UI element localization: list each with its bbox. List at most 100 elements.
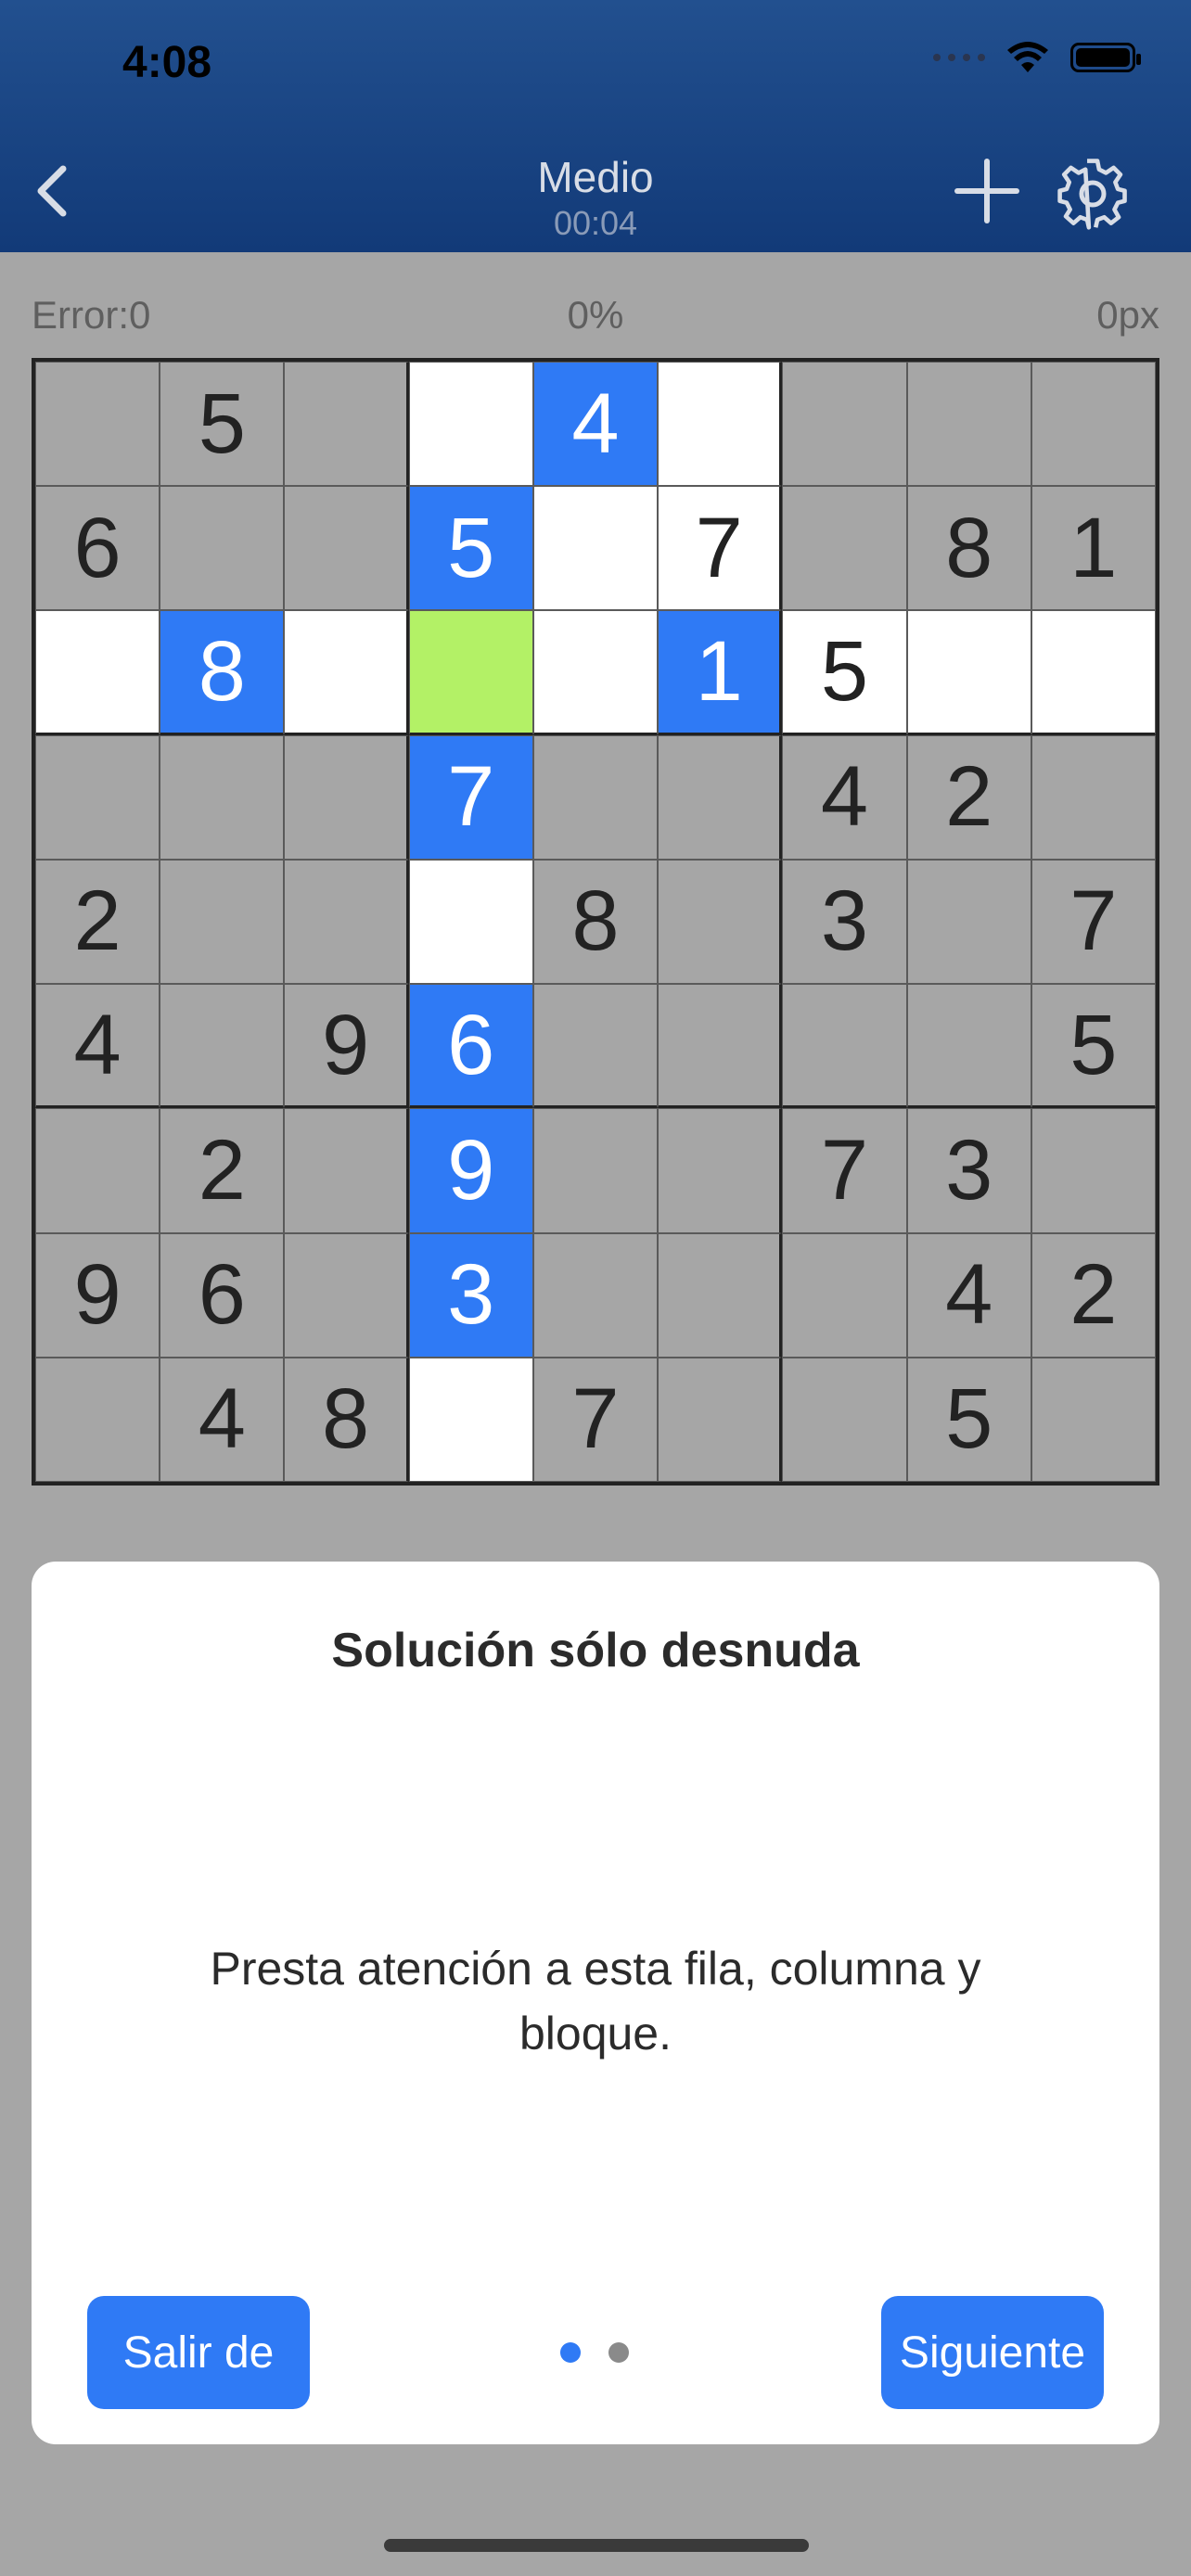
sudoku-board: 5465781815742283749652973963424875	[32, 358, 1159, 1486]
sudoku-cell-r1-c4[interactable]	[408, 362, 533, 487]
sudoku-cell-r7-c8[interactable]: 3	[906, 1108, 1031, 1233]
sudoku-cell-r3-c6[interactable]: 1	[658, 610, 783, 735]
sudoku-cell-r7-c5[interactable]	[532, 1108, 659, 1233]
sudoku-cell-r3-c8[interactable]	[906, 610, 1031, 735]
sudoku-cell-r7-c6[interactable]	[658, 1108, 783, 1233]
page-indicator	[560, 2342, 629, 2363]
sudoku-cell-r1-c1[interactable]	[35, 362, 160, 487]
page-dot-1	[560, 2342, 581, 2363]
hint-text: Presta atención a esta fila, columna y b…	[210, 1943, 981, 2060]
sudoku-cell-r6-c9[interactable]: 5	[1031, 984, 1156, 1109]
sudoku-cell-r3-c2[interactable]: 8	[160, 610, 285, 735]
sudoku-cell-r6-c8[interactable]	[906, 984, 1031, 1109]
sudoku-cell-r9-c8[interactable]: 5	[906, 1357, 1031, 1482]
navigation-header: 4:08 Medio 00:04	[0, 0, 1191, 252]
sudoku-cell-r1-c9[interactable]	[1031, 362, 1156, 487]
sudoku-cell-r6-c6[interactable]	[658, 984, 783, 1109]
points-display: 0px	[1096, 293, 1159, 337]
sudoku-cell-r5-c8[interactable]	[906, 859, 1031, 985]
sudoku-cell-r5-c4[interactable]	[408, 859, 533, 985]
sudoku-cell-r6-c1[interactable]: 4	[35, 984, 160, 1109]
hint-card: Solución sólo desnuda Presta atención a …	[32, 1562, 1159, 2444]
sudoku-cell-r5-c2[interactable]	[160, 859, 285, 985]
sudoku-cell-r1-c6[interactable]	[658, 362, 783, 487]
sudoku-cell-r9-c3[interactable]: 8	[284, 1357, 409, 1482]
sudoku-cell-r2-c1[interactable]: 6	[35, 486, 160, 611]
sudoku-cell-r8-c1[interactable]: 9	[35, 1232, 160, 1358]
sudoku-cell-r2-c4[interactable]: 5	[408, 486, 533, 611]
status-icons	[933, 41, 1141, 74]
sudoku-cell-r5-c6[interactable]	[658, 859, 783, 985]
sudoku-cell-r1-c3[interactable]	[284, 362, 409, 487]
sudoku-cell-r8-c2[interactable]: 6	[160, 1232, 285, 1358]
sudoku-cell-r8-c6[interactable]	[658, 1232, 783, 1358]
hint-title: Solución sólo desnuda	[331, 1624, 860, 1677]
sudoku-cell-r1-c8[interactable]	[906, 362, 1031, 487]
plus-icon[interactable]	[954, 158, 1020, 224]
sudoku-cell-r9-c4[interactable]	[408, 1357, 533, 1482]
sudoku-cell-r6-c5[interactable]	[532, 984, 659, 1109]
sudoku-cell-r6-c4[interactable]: 6	[408, 984, 533, 1109]
sudoku-cell-r4-c1[interactable]	[35, 734, 160, 860]
sudoku-cell-r6-c3[interactable]: 9	[284, 984, 409, 1109]
sudoku-cell-r9-c2[interactable]: 4	[160, 1357, 285, 1482]
sudoku-cell-r1-c5[interactable]: 4	[532, 362, 659, 487]
sudoku-cell-r1-c7[interactable]	[782, 362, 907, 487]
sudoku-cell-r3-c5[interactable]	[532, 610, 659, 735]
home-indicator	[384, 2539, 809, 2552]
sudoku-cell-r5-c3[interactable]	[284, 859, 409, 985]
sudoku-cell-r4-c3[interactable]	[284, 734, 409, 860]
sudoku-cell-r4-c7[interactable]: 4	[782, 734, 907, 860]
sudoku-cell-r9-c1[interactable]	[35, 1357, 160, 1482]
sudoku-cell-r9-c6[interactable]	[658, 1357, 783, 1482]
sudoku-cell-r8-c4[interactable]: 3	[408, 1232, 533, 1358]
sudoku-cell-r4-c9[interactable]	[1031, 734, 1156, 860]
sudoku-cell-r6-c2[interactable]	[160, 984, 285, 1109]
progress-percent: 0%	[567, 293, 624, 337]
sudoku-cell-r8-c5[interactable]	[532, 1232, 659, 1358]
sudoku-cell-r7-c7[interactable]: 7	[782, 1108, 907, 1233]
sudoku-cell-r5-c5[interactable]: 8	[532, 859, 659, 985]
sudoku-cell-r5-c7[interactable]: 3	[782, 859, 907, 985]
sudoku-cell-r7-c1[interactable]	[35, 1108, 160, 1233]
sudoku-cell-r2-c2[interactable]	[160, 486, 285, 611]
sudoku-cell-r4-c8[interactable]: 2	[906, 734, 1031, 860]
sudoku-cell-r7-c9[interactable]	[1031, 1108, 1156, 1233]
sudoku-cell-r8-c3[interactable]	[284, 1232, 409, 1358]
sudoku-cell-r8-c9[interactable]: 2	[1031, 1232, 1156, 1358]
sudoku-cell-r2-c7[interactable]	[782, 486, 907, 611]
sudoku-cell-r6-c7[interactable]	[782, 984, 907, 1109]
sudoku-cell-r3-c9[interactable]	[1031, 610, 1156, 735]
sudoku-cell-r7-c3[interactable]	[284, 1108, 409, 1233]
sudoku-cell-r2-c6[interactable]: 7	[658, 486, 783, 611]
sudoku-cell-r2-c5[interactable]	[532, 486, 659, 611]
sudoku-cell-r7-c2[interactable]: 2	[160, 1108, 285, 1233]
sudoku-cell-r3-c1[interactable]	[35, 610, 160, 735]
sudoku-cell-r2-c9[interactable]: 1	[1031, 486, 1156, 611]
sudoku-cell-r3-c4[interactable]	[408, 610, 533, 735]
sudoku-cell-r2-c8[interactable]: 8	[906, 486, 1031, 611]
sudoku-cell-r3-c3[interactable]	[284, 610, 409, 735]
sudoku-cell-r5-c9[interactable]: 7	[1031, 859, 1156, 985]
status-time: 4:08	[122, 38, 212, 87]
sudoku-cell-r3-c7[interactable]: 5	[782, 610, 907, 735]
sudoku-cell-r4-c5[interactable]	[532, 734, 659, 860]
next-hint-button[interactable]: Siguiente	[881, 2296, 1104, 2409]
sudoku-cell-r4-c2[interactable]	[160, 734, 285, 860]
sudoku-cell-r8-c7[interactable]	[782, 1232, 907, 1358]
sudoku-cell-r4-c4[interactable]: 7	[408, 734, 533, 860]
sudoku-cell-r8-c8[interactable]: 4	[906, 1232, 1031, 1358]
sudoku-cell-r9-c7[interactable]	[782, 1357, 907, 1482]
sudoku-cell-r7-c4[interactable]: 9	[408, 1108, 533, 1233]
battery-icon	[1070, 43, 1141, 72]
sudoku-cell-r5-c1[interactable]: 2	[35, 859, 160, 985]
exit-hint-button[interactable]: Salir de	[87, 2296, 310, 2409]
sudoku-cell-r9-c5[interactable]: 7	[532, 1357, 659, 1482]
sudoku-cell-r1-c2[interactable]: 5	[160, 362, 285, 487]
sudoku-cell-r9-c9[interactable]	[1031, 1357, 1156, 1482]
stats-row: Error:0 0% 0px	[32, 293, 1159, 349]
gear-icon[interactable]	[1056, 156, 1130, 230]
sudoku-cell-r2-c3[interactable]	[284, 486, 409, 611]
sudoku-cell-r4-c6[interactable]	[658, 734, 783, 860]
wifi-icon	[1007, 42, 1048, 72]
